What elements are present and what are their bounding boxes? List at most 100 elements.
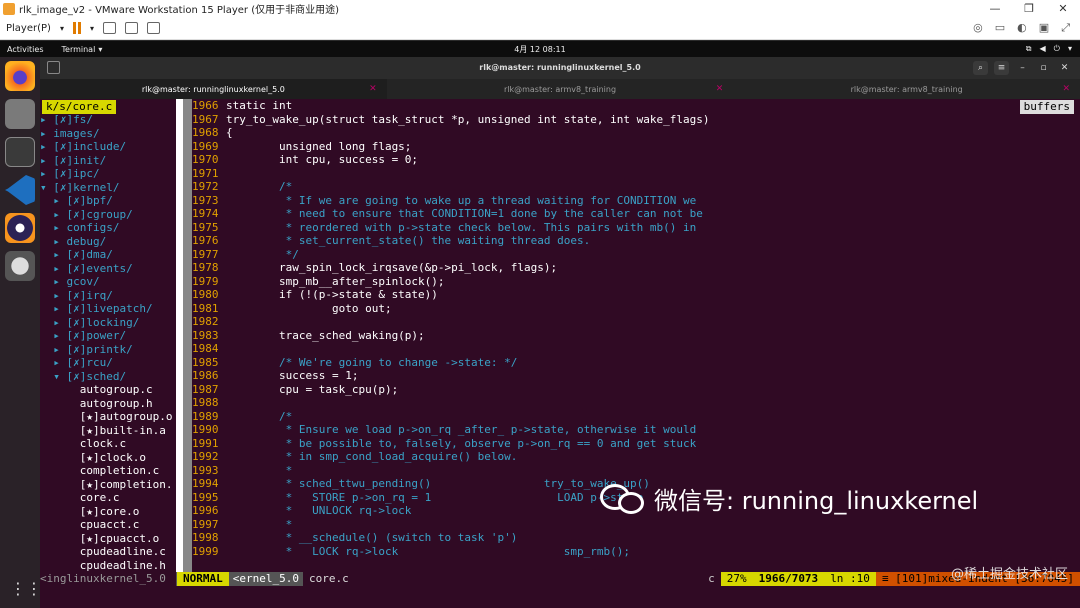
tab-runninglinuxkernel[interactable]: rlk@master: runninglinuxkernel_5.0 ✕ (40, 79, 387, 99)
vim-statusline: <inglinuxkernel_5.0 NORMAL <ernel_5.0 co… (40, 572, 1080, 586)
vscode-icon[interactable] (5, 175, 35, 205)
fit-guest-icon[interactable] (124, 22, 138, 34)
tree-item[interactable]: completion.c (40, 464, 176, 478)
tree-item[interactable]: [★]cpuacct.o (40, 532, 176, 546)
code-line: 1981 goto out; (192, 302, 1080, 316)
tree-item[interactable]: ▸ [✗]rcu/ (40, 356, 176, 370)
search-icon[interactable]: ⌕ (973, 61, 988, 75)
tab-armv8-training-2[interactable]: rlk@master: armv8_training ✕ (733, 79, 1080, 99)
tree-item[interactable]: ▸ [✗]events/ (40, 262, 176, 276)
tree-item[interactable]: ▸ debug/ (40, 235, 176, 249)
code-text: raw_spin_lock_irqsave(&p->pi_lock, flags… (226, 261, 558, 274)
sign-column (183, 99, 192, 572)
line-number: 1988 (192, 396, 219, 409)
gnome-top-bar: Activities Terminal ▾ 4月 12 08:11 ⧉ ◀ ⏻ ▾ (0, 41, 1080, 57)
tree-item[interactable]: clock.c (40, 437, 176, 451)
tree-item[interactable]: cpuacct.c (40, 518, 176, 532)
software-icon[interactable] (5, 251, 35, 281)
pane-separator (176, 99, 183, 572)
device2-icon[interactable]: ▭ (995, 21, 1005, 35)
tree-item[interactable]: ▾ [✗]sched/ (40, 370, 176, 384)
tab-armv8-training-1[interactable]: rlk@master: armv8_training ✕ (387, 79, 734, 99)
unity-icon[interactable] (146, 22, 160, 34)
vim-editor[interactable]: k/s/core.c ▸ [✗]fs/▸ images/▸ [✗]include… (40, 99, 1080, 608)
close-tab-icon[interactable]: ✕ (369, 84, 377, 94)
player-menu[interactable]: Player(P) (6, 23, 51, 34)
tree-item[interactable]: cpudeadline.h (40, 559, 176, 573)
tree-item[interactable]: ▸ [✗]dma/ (40, 248, 176, 262)
tree-item[interactable]: [★]autogroup.o (40, 410, 176, 424)
tree-item[interactable]: [★]built-in.a (40, 424, 176, 438)
tree-item[interactable]: [★]completion. (40, 478, 176, 492)
clock[interactable]: 4月 12 08:11 (0, 44, 1080, 55)
line-number: 1985 (192, 355, 219, 369)
network-icon[interactable]: ▣ (1039, 21, 1049, 35)
firefox-icon[interactable] (5, 61, 35, 91)
minimize-button[interactable]: — (978, 0, 1012, 17)
line-number: 1990 (192, 423, 219, 436)
code-line: 1968 { (192, 126, 1080, 140)
tree-item[interactable]: autogroup.h (40, 397, 176, 411)
tree-item[interactable]: ▸ [✗]include/ (40, 140, 176, 154)
fullscreen-icon[interactable]: ⤢ (1061, 21, 1070, 35)
send-ctrl-alt-del-icon[interactable] (102, 22, 116, 34)
code-text: success = 1; (226, 369, 359, 382)
close-icon[interactable]: ✕ (1057, 61, 1072, 75)
line-number: 1978 (192, 261, 219, 274)
pause-icon[interactable] (72, 22, 81, 34)
tree-item[interactable]: core.c (40, 491, 176, 505)
tree-item[interactable]: ▸ configs/ (40, 221, 176, 235)
line-number: 1986 (192, 369, 219, 382)
files-icon[interactable] (5, 99, 35, 129)
tree-item[interactable]: autogroup.c (40, 383, 176, 397)
tree-list: ▸ [✗]fs/▸ images/▸ [✗]include/▸ [✗]init/… (40, 113, 176, 572)
tree-item[interactable]: cpudeadline.c (40, 545, 176, 559)
code-line: 1993 * (192, 464, 1080, 478)
restore-button[interactable]: ❐ (1012, 0, 1046, 17)
tree-item[interactable]: ▸ [✗]locking/ (40, 316, 176, 330)
code-line: 1970 int cpu, success = 0; (192, 153, 1080, 167)
activities-button[interactable]: Activities (7, 45, 44, 54)
player-dropdown-icon[interactable]: ▾ (60, 24, 64, 33)
tree-item[interactable]: ▸ [✗]printk/ (40, 343, 176, 357)
line-number: 1973 (192, 193, 219, 207)
show-apps-icon[interactable]: ⋮⋮⋮ (10, 580, 58, 598)
tree-item[interactable]: ▸ [✗]fs/ (40, 113, 176, 127)
minimize-icon[interactable]: – (1015, 61, 1030, 75)
menu-icon[interactable]: ≡ (994, 61, 1009, 75)
close-tab-icon[interactable]: ✕ (1062, 84, 1070, 94)
device-icon[interactable]: ◎ (973, 21, 983, 35)
nerdtree-pane[interactable]: k/s/core.c ▸ [✗]fs/▸ images/▸ [✗]include… (40, 99, 176, 572)
status-path: <ernel_5.0 (228, 572, 303, 586)
line-number: 1992 (192, 450, 219, 463)
sound-icon[interactable]: ◐ (1017, 21, 1027, 35)
code-text: * LOCK rq->lock smp_rmb(); (226, 544, 630, 558)
tree-item[interactable]: ▸ images/ (40, 127, 176, 141)
tree-item[interactable]: [★]clock.o (40, 451, 176, 465)
terminal-app-menu[interactable]: Terminal ▾ (62, 45, 103, 54)
code-line: 1983 trace_sched_waking(p); (192, 329, 1080, 343)
code-line: 1976 * set_current_state() the waiting t… (192, 234, 1080, 248)
close-tab-icon[interactable]: ✕ (716, 84, 724, 94)
tree-item[interactable]: ▸ [✗]init/ (40, 154, 176, 168)
tree-item[interactable]: ▸ [✗]ipc/ (40, 167, 176, 181)
line-number: 1989 (192, 409, 219, 423)
pause-dropdown-icon[interactable]: ▾ (90, 24, 94, 33)
tree-item[interactable]: ▸ [✗]power/ (40, 329, 176, 343)
maximize-icon[interactable]: ▫ (1036, 61, 1051, 75)
tree-item[interactable]: ▸ gcov/ (40, 275, 176, 289)
tree-item[interactable]: [★]core.o (40, 505, 176, 519)
line-number: 1980 (192, 288, 219, 301)
tree-item[interactable]: ▸ [✗]cgroup/ (40, 208, 176, 222)
system-menu[interactable]: ⧉ ◀ ⏻ ▾ (1026, 44, 1072, 54)
tree-item[interactable]: ▸ [✗]irq/ (40, 289, 176, 303)
terminal-icon[interactable] (5, 137, 35, 167)
code-text: * Ensure we load p->on_rq _after_ p->sta… (226, 423, 697, 436)
code-text: * STORE p->on_rq = 1 LOAD p->state (226, 490, 644, 504)
code-line: 1989 /* (192, 410, 1080, 424)
close-button[interactable]: ✕ (1046, 0, 1080, 17)
tree-item[interactable]: ▸ [✗]bpf/ (40, 194, 176, 208)
tree-item[interactable]: ▾ [✗]kernel/ (40, 181, 176, 195)
eclipse-icon[interactable] (5, 213, 35, 243)
tree-item[interactable]: ▸ [✗]livepatch/ (40, 302, 176, 316)
